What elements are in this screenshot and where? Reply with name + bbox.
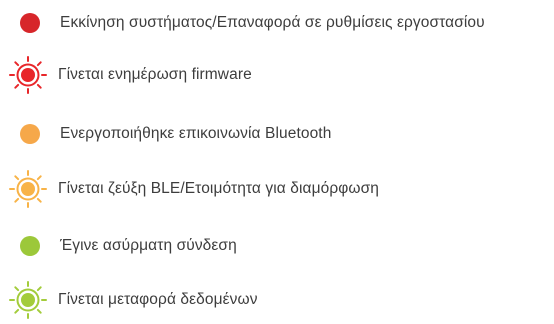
red-blinking-dot-icon [0, 55, 52, 95]
legend-row-firmware-update: Γίνεται ενημέρωση firmware [0, 55, 554, 95]
red-solid-dot-icon [0, 3, 52, 43]
legend-label-wireless-connected: Έγινε ασύρματη σύνδεση [60, 237, 237, 254]
legend-row-bluetooth-enabled: Ενεργοποιήθηκε επικοινωνία Bluetooth [0, 114, 554, 154]
green-blinking-dot-icon [0, 280, 52, 320]
green-solid-dot-icon [0, 226, 52, 266]
legend-row-data-transfer: Γίνεται μεταφορά δεδομένων [0, 280, 554, 320]
legend-row-system-boot: Εκκίνηση συστήματος/Επαναφορά σε ρυθμίσε… [0, 3, 554, 43]
legend-label-firmware-update: Γίνεται ενημέρωση firmware [58, 66, 252, 83]
legend-label-ble-pairing: Γίνεται ζεύξη BLE/Ετοιμότητα για διαμόρφ… [58, 180, 379, 197]
led-status-legend: Εκκίνηση συστήματος/Επαναφορά σε ρυθμίσε… [0, 0, 554, 324]
orange-solid-dot-icon [0, 114, 52, 154]
legend-label-data-transfer: Γίνεται μεταφορά δεδομένων [58, 291, 258, 308]
legend-label-bluetooth-enabled: Ενεργοποιήθηκε επικοινωνία Bluetooth [60, 125, 332, 142]
legend-row-ble-pairing: Γίνεται ζεύξη BLE/Ετοιμότητα για διαμόρφ… [0, 169, 554, 209]
legend-row-wireless-connected: Έγινε ασύρματη σύνδεση [0, 226, 554, 266]
orange-blinking-dot-icon [0, 169, 52, 209]
legend-label-system-boot: Εκκίνηση συστήματος/Επαναφορά σε ρυθμίσε… [60, 14, 485, 31]
